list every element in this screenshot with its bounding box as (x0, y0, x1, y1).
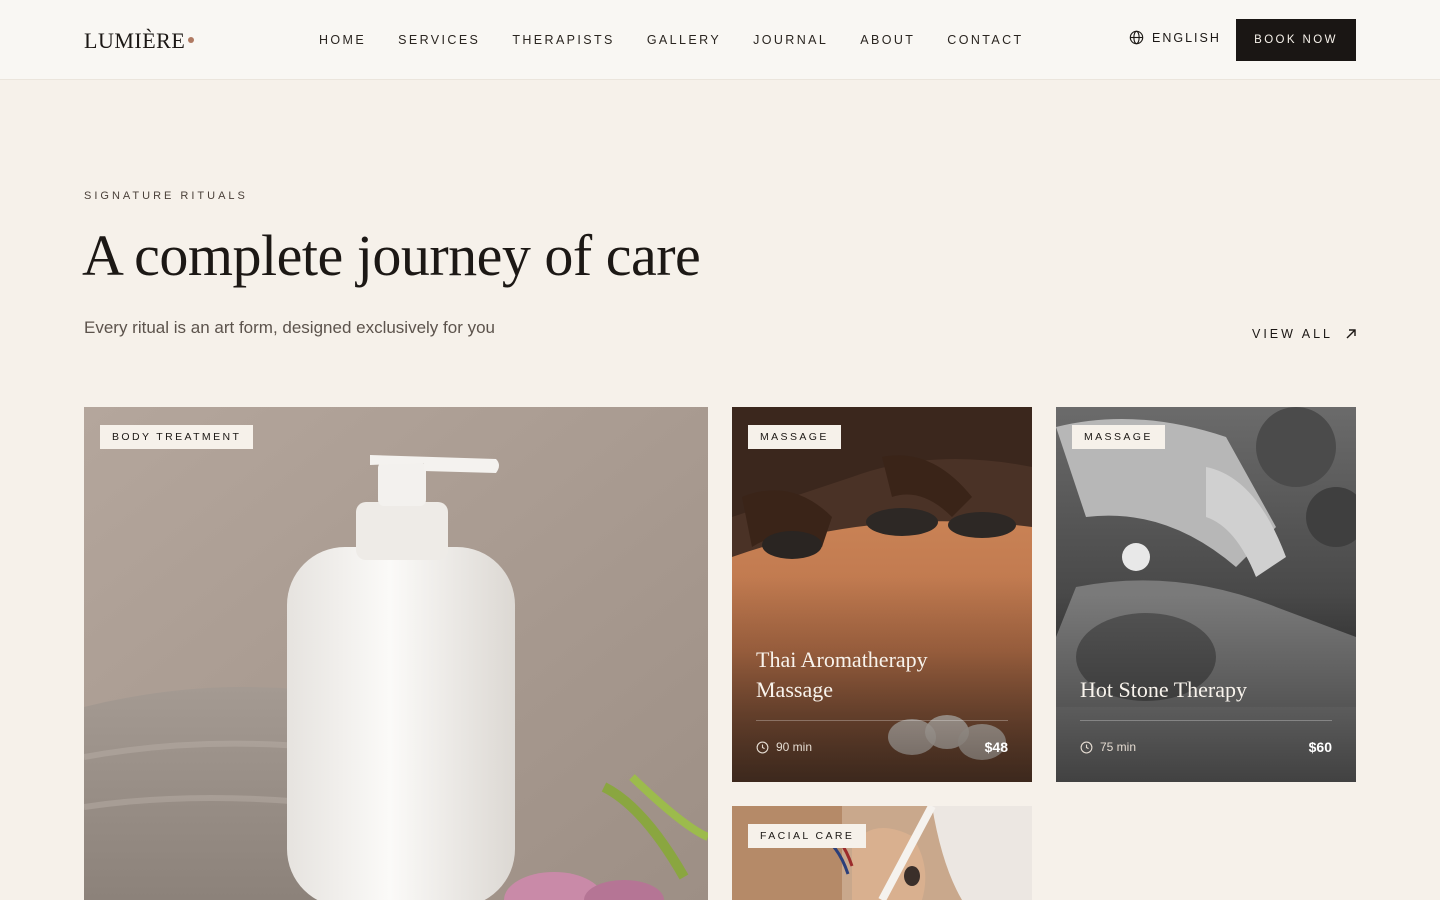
ritual-card-hot-stone[interactable]: MASSAGE Hot Stone Therapy 75 min $60 (1056, 407, 1356, 782)
section-title: A complete journey of care (82, 223, 701, 288)
card-duration: 90 min (756, 740, 812, 754)
card-duration: 75 min (1080, 740, 1136, 754)
card-tag-massage: MASSAGE (1072, 425, 1165, 449)
nav-gallery[interactable]: GALLERY (647, 33, 721, 47)
clock-icon (1080, 741, 1093, 753)
book-now-button[interactable]: BOOK NOW (1236, 19, 1356, 61)
card-tag-facial-care: FACIAL CARE (748, 824, 867, 848)
language-label: ENGLISH (1152, 30, 1221, 45)
duration-value: 75 min (1100, 740, 1137, 754)
duration-value: 90 min (776, 740, 813, 754)
massage-bw-photo (1056, 407, 1356, 782)
nav-about[interactable]: ABOUT (860, 33, 915, 47)
ritual-card-thai-aromatherapy[interactable]: MASSAGE Thai Aromatherapy Massage 90 min… (732, 407, 1032, 782)
card-tag-body-treatment: BODY TREATMENT (100, 425, 254, 449)
nav-home[interactable]: HOME (319, 33, 366, 47)
card-meta: 75 min $60 (1080, 739, 1332, 755)
globe-icon (1129, 30, 1144, 45)
card-divider (1080, 720, 1332, 721)
nav-therapists[interactable]: THERAPISTS (512, 33, 615, 47)
view-all-link[interactable]: VIEW ALL (1252, 327, 1357, 341)
card-title-hot-stone: Hot Stone Therapy (1080, 677, 1248, 702)
section-eyebrow: SIGNATURE RITUALS (84, 190, 248, 202)
brand-logo[interactable]: LUMIÈRE (84, 28, 185, 54)
logo-accent-dot (188, 37, 194, 43)
card-title-thai: Thai Aromatherapy Massage (756, 645, 928, 705)
view-all-label: VIEW ALL (1252, 327, 1333, 341)
card-price: $60 (1308, 739, 1332, 755)
facial-brush-photo (732, 806, 1032, 900)
lotion-bottle-towel-photo (84, 407, 708, 900)
card-title-line: Thai Aromatherapy (756, 647, 928, 672)
site-header: LUMIÈRE HOME SERVICES THERAPISTS GALLERY… (0, 0, 1440, 80)
card-tag-massage: MASSAGE (748, 425, 841, 449)
nav-contact[interactable]: CONTACT (947, 33, 1023, 47)
section-subtitle: Every ritual is an art form, designed ex… (84, 318, 496, 337)
card-price: $48 (984, 739, 1008, 755)
main-nav: HOME SERVICES THERAPISTS GALLERY JOURNAL… (319, 33, 1056, 47)
hot-stones-back-photo (732, 407, 1032, 782)
ritual-card-body-treatment[interactable]: BODY TREATMENT (84, 407, 708, 900)
card-title-line: Massage (756, 677, 833, 702)
clock-icon (756, 741, 769, 753)
nav-journal[interactable]: JOURNAL (753, 33, 828, 47)
nav-services[interactable]: SERVICES (398, 33, 480, 47)
ritual-card-facial-care[interactable]: FACIAL CARE (732, 806, 1032, 900)
card-divider (756, 720, 1008, 721)
language-selector[interactable]: ENGLISH (1129, 30, 1221, 45)
card-meta: 90 min $48 (756, 739, 1008, 755)
arrow-up-right-icon (1346, 329, 1356, 339)
